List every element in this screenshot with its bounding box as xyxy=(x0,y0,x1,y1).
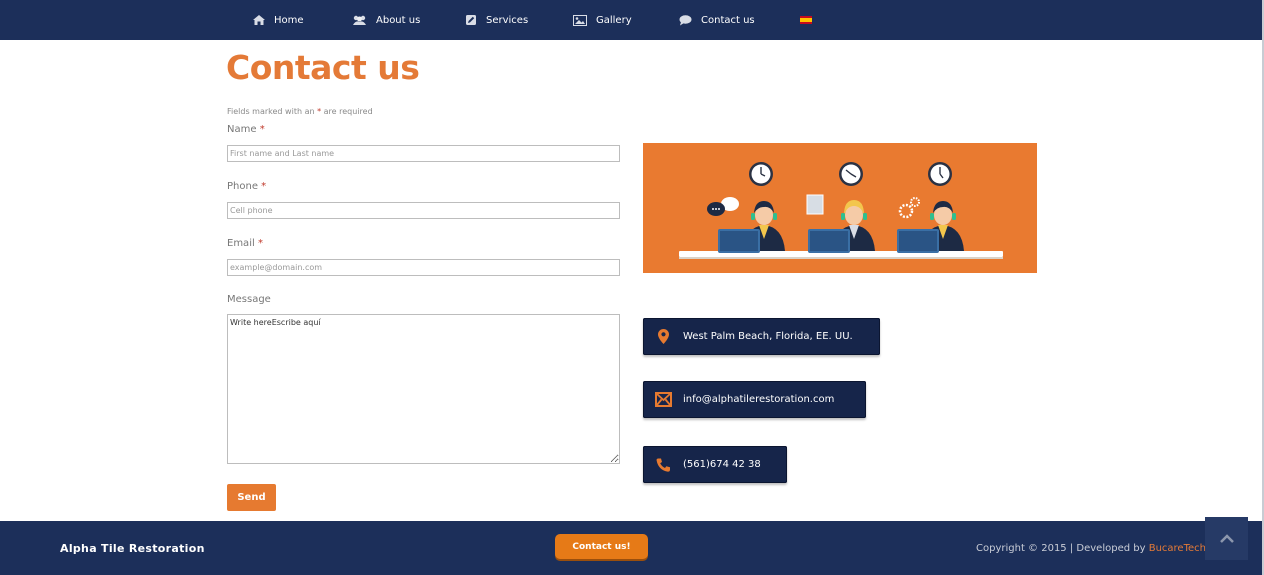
email-text[interactable]: info@alphatilerestoration.com xyxy=(683,394,834,405)
nav-item-label: Contact us xyxy=(701,14,755,26)
phone-field[interactable] xyxy=(227,202,620,219)
nav-item-services[interactable]: Services xyxy=(465,0,528,40)
address-box: West Palm Beach, Florida, EE. UU. xyxy=(643,318,880,355)
chevron-up-icon xyxy=(1219,534,1234,543)
call-center-illustration xyxy=(643,143,1037,273)
nav-item-about-us[interactable]: About us xyxy=(352,0,420,40)
nav-item-label: Gallery xyxy=(596,14,632,26)
copyright-text: Copyright © 2015 | Developed by BucareTe… xyxy=(976,543,1206,554)
phone-box: (561)674 42 38 xyxy=(643,446,787,483)
email-label: Email * xyxy=(227,238,263,249)
phone-icon xyxy=(656,458,670,472)
image-icon xyxy=(573,14,587,26)
top-navigation: Home About us Services Gallery Contact u… xyxy=(0,0,1262,40)
envelope-icon xyxy=(654,392,672,407)
message-field[interactable]: Write hereEscribe aquí xyxy=(227,314,620,464)
nav-item-contact-us[interactable]: Contact us xyxy=(679,0,755,40)
nav-item-label: Services xyxy=(486,14,529,26)
home-icon xyxy=(253,15,265,25)
developer-link[interactable]: BucareTech xyxy=(1149,543,1206,554)
footer: Alpha Tile Restoration Contact us! Copyr… xyxy=(0,521,1262,575)
nav-item-label: About us xyxy=(376,14,421,26)
nav-item-home[interactable]: Home xyxy=(253,0,304,40)
email-field[interactable] xyxy=(227,259,620,276)
email-box: info@alphatilerestoration.com xyxy=(643,381,866,418)
name-label: Name * xyxy=(227,124,265,135)
nav-item-label: Home xyxy=(274,14,304,26)
back-to-top-button[interactable] xyxy=(1205,517,1248,560)
map-marker-icon xyxy=(657,329,669,344)
users-icon xyxy=(353,15,366,25)
spain-flag-icon[interactable] xyxy=(800,16,812,24)
edit-icon xyxy=(466,15,476,25)
contact-us-button[interactable]: Contact us! xyxy=(555,534,648,559)
speech-bubble-icon xyxy=(679,14,692,25)
phone-label: Phone * xyxy=(227,181,267,192)
send-button[interactable]: Send xyxy=(227,484,276,511)
phone-text[interactable]: (561)674 42 38 xyxy=(683,459,761,470)
message-label: Message xyxy=(227,294,271,305)
address-text: West Palm Beach, Florida, EE. UU. xyxy=(683,331,853,342)
nav-item-gallery[interactable]: Gallery xyxy=(573,0,632,40)
required-fields-note: Fields marked with an * are required xyxy=(227,107,373,116)
page-title: Contact us xyxy=(226,48,420,87)
footer-brand: Alpha Tile Restoration xyxy=(60,542,205,555)
name-field[interactable] xyxy=(227,145,620,162)
